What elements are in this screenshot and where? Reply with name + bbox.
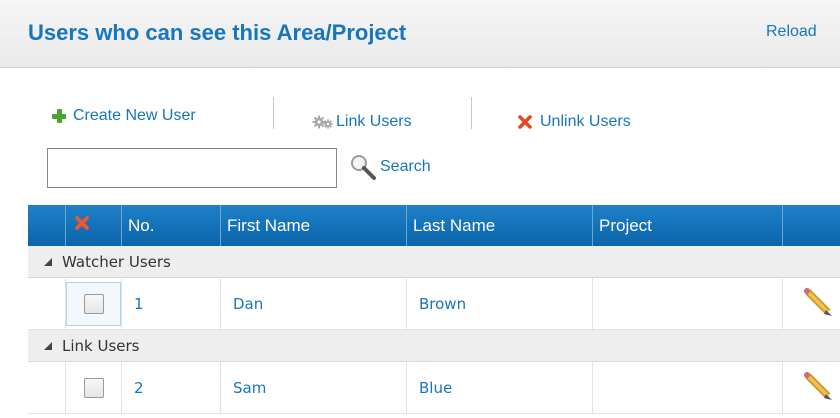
pencil-icon[interactable] [802,370,836,404]
cell-first-name: Sam [221,362,407,414]
x-icon [74,215,90,236]
panel-header: Users who can see this Area/Project Relo… [0,0,840,68]
collapse-arrow-icon[interactable] [44,341,52,350]
search-icon [348,153,380,181]
unlink-users-label: Unlink Users [540,113,631,130]
cell-first-name: Dan [221,278,407,330]
cell-last-name: Blue [407,362,593,414]
x-icon [518,115,532,129]
plus-icon [52,109,66,123]
group-row-link-users: Link Users [28,330,840,362]
search-label: Search [380,158,431,175]
column-header-last-name[interactable]: Last Name [407,205,593,246]
cell-last-name: Brown [407,278,593,330]
reload-link[interactable]: Reload [766,23,817,41]
group-label: Link Users [62,336,140,355]
grid-header-spacer [28,205,66,246]
cell-project [593,278,783,330]
group-label: Watcher Users [62,252,171,271]
group-row-watcher-users: Watcher Users [28,246,840,278]
row-select-cell [66,362,122,414]
cell-project [593,362,783,414]
delete-column-header[interactable] [66,205,122,246]
row-select-cell [66,278,122,330]
column-header-no[interactable]: No. [122,205,221,246]
cell-no: 2 [122,362,221,414]
pencil-icon[interactable] [802,286,836,320]
row-checkbox[interactable] [83,378,104,398]
column-header-edit [783,205,840,246]
row-edit-cell [783,278,840,330]
row-edit-cell [783,362,840,414]
search-button[interactable]: Search [348,152,431,182]
row-checkbox[interactable] [83,294,104,314]
cell-no: 1 [122,278,221,330]
row-spacer [28,278,66,330]
column-header-first-name[interactable]: First Name [221,205,407,246]
collapse-arrow-icon[interactable] [44,257,52,266]
panel-title: Users who can see this Area/Project [28,20,407,45]
table-row: 2 Sam Blue [28,362,840,414]
column-header-project[interactable]: Project [593,205,783,246]
create-new-user-button[interactable]: Create New User [52,104,196,128]
toolbar-separator [471,97,472,129]
row-spacer [28,362,66,414]
unlink-users-button[interactable]: Unlink Users [518,110,631,134]
row-checkbox-focus [66,282,121,326]
link-users-button[interactable]: Link Users [312,110,412,134]
create-new-user-label: Create New User [73,107,196,124]
table-row: 1 Dan Brown [28,278,840,330]
users-grid: No. First Name Last Name Project Watcher… [28,205,840,414]
link-users-label: Link Users [336,113,412,130]
toolbar-separator [273,97,274,129]
grid-header-row: No. First Name Last Name Project [28,205,840,246]
search-input[interactable] [47,148,337,188]
gear-icon [312,115,334,129]
